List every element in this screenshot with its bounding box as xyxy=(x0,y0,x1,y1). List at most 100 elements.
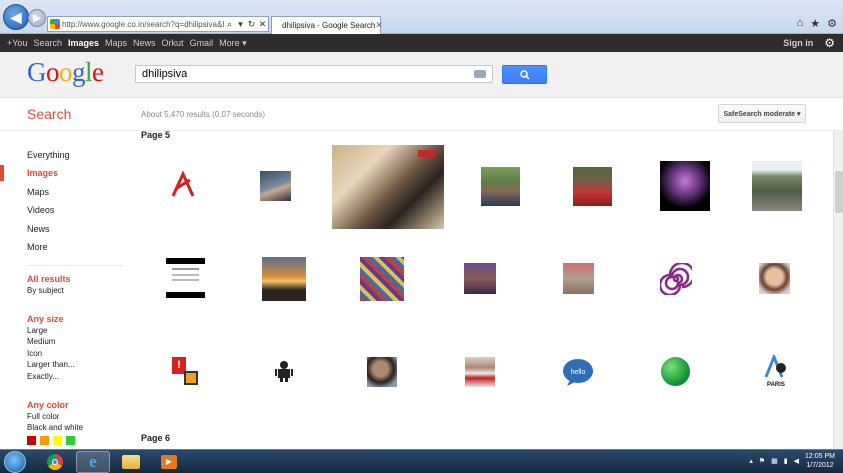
google-logo[interactable]: Google xyxy=(27,57,104,88)
image-result[interactable] xyxy=(166,258,205,298)
search-button[interactable] xyxy=(502,65,547,84)
search-input-box[interactable] xyxy=(135,65,493,83)
address-bar[interactable]: http://www.google.co.in/search?q=dhilips… xyxy=(47,16,269,32)
gbar-link-more[interactable]: More ▾ xyxy=(216,38,250,49)
tray-arrow-icon[interactable]: ▴ xyxy=(749,457,753,465)
image-result[interactable]: PARIS xyxy=(763,355,789,387)
filter-any-size[interactable]: Any size xyxy=(27,314,64,324)
image-result[interactable] xyxy=(661,357,690,386)
media-player-taskbar-icon[interactable]: ▶ xyxy=(152,451,186,473)
image-result[interactable] xyxy=(168,170,198,200)
image-result[interactable] xyxy=(752,161,802,211)
ie-taskbar-icon[interactable]: e xyxy=(76,451,110,473)
nav-videos[interactable]: Videos xyxy=(27,205,54,215)
camera-search-icon[interactable] xyxy=(474,70,486,78)
close-icon[interactable]: ✕ xyxy=(257,19,268,30)
image-result[interactable] xyxy=(274,360,294,382)
search-header: Google xyxy=(0,52,843,98)
nav-everything[interactable]: Everything xyxy=(27,150,70,160)
color-swatch-red[interactable] xyxy=(27,436,36,445)
magnifier-icon xyxy=(519,69,530,80)
active-indicator xyxy=(0,165,4,181)
filter-icon[interactable]: Icon xyxy=(27,349,42,358)
svg-text:PARIS: PARIS xyxy=(767,382,785,387)
image-result[interactable] xyxy=(573,167,612,206)
color-swatch-green[interactable] xyxy=(66,436,75,445)
image-result[interactable] xyxy=(262,257,306,301)
refresh-icon[interactable]: ↻ xyxy=(246,19,257,30)
back-button[interactable]: ◀ xyxy=(3,4,29,30)
svg-text:hello: hello xyxy=(571,369,586,376)
volume-icon[interactable]: ◀ xyxy=(794,457,799,465)
explorer-taskbar-icon[interactable] xyxy=(114,451,148,473)
color-swatch-yellow[interactable] xyxy=(53,436,62,445)
gbar-link-gmail[interactable]: Gmail xyxy=(187,38,217,49)
system-tray: ▴ ⚑ ▦ ▮ ◀ 12:05 PM 1/7/2012 xyxy=(749,452,835,470)
safesearch-button[interactable]: SafeSearch moderate ▾ xyxy=(718,104,806,123)
filter-exactly[interactable]: Exactly... xyxy=(27,372,59,381)
gbar-link-you[interactable]: +You xyxy=(4,38,30,49)
image-result[interactable] xyxy=(660,263,692,295)
gbar-link-news[interactable]: News xyxy=(130,38,159,49)
gbar-link-orkut[interactable]: Orkut xyxy=(159,38,187,49)
image-result[interactable] xyxy=(260,171,291,201)
image-result[interactable] xyxy=(563,263,594,294)
address-url: http://www.google.co.in/search?q=dhilips… xyxy=(62,19,224,29)
nav-images[interactable]: Images xyxy=(27,168,58,178)
home-icon[interactable]: ⌂ xyxy=(797,17,804,30)
chrome-taskbar-icon[interactable] xyxy=(38,451,72,473)
image-result[interactable]: hello xyxy=(562,358,594,387)
filter-any-color[interactable]: Any color xyxy=(27,400,69,410)
paris-logo-icon: PARIS xyxy=(764,355,786,387)
clock-time: 12:05 PM xyxy=(805,453,835,460)
nav-more[interactable]: More xyxy=(27,242,48,252)
settings-gear-icon[interactable]: ⚙ xyxy=(824,36,835,50)
browser-tab[interactable]: dhilipsiva - Google Search ✕ xyxy=(271,16,383,34)
filter-larger-than[interactable]: Larger than... xyxy=(27,360,75,369)
results-subheader: Search About 5,470 results (0.07 seconds… xyxy=(0,99,843,131)
flag-icon[interactable]: ⚑ xyxy=(759,457,765,465)
image-result[interactable] xyxy=(465,357,495,387)
dropdown-icon[interactable]: ▾ xyxy=(235,19,246,30)
gbar-link-maps[interactable]: Maps xyxy=(102,38,130,49)
scrollbar-thumb[interactable] xyxy=(835,171,843,213)
clock-date: 1/7/2012 xyxy=(806,462,834,469)
image-result[interactable] xyxy=(332,145,444,229)
image-result[interactable] xyxy=(660,161,710,211)
nav-news[interactable]: News xyxy=(27,224,50,234)
image-result[interactable] xyxy=(367,357,397,387)
gbar-link-images[interactable]: Images xyxy=(65,38,102,49)
google-favicon xyxy=(50,19,60,29)
filter-large[interactable]: Large xyxy=(27,326,47,335)
tab-title: dhilipsiva - Google Search xyxy=(282,21,376,30)
tab-close-icon[interactable]: ✕ xyxy=(375,20,383,31)
windows-taskbar: e ▶ ▴ ⚑ ▦ ▮ ◀ 12:05 PM 1/7/2012 xyxy=(0,449,843,473)
search-input[interactable] xyxy=(142,68,474,80)
gbar-link-search[interactable]: Search xyxy=(30,38,65,49)
result-stats: About 5,470 results (0.07 seconds) xyxy=(141,110,266,119)
forward-button[interactable]: ▶ xyxy=(28,9,46,27)
nav-maps[interactable]: Maps xyxy=(27,187,49,197)
color-swatch-orange[interactable] xyxy=(40,436,49,445)
tools-gear-icon[interactable]: ⚙ xyxy=(827,17,837,30)
start-button[interactable] xyxy=(4,451,26,473)
image-result[interactable] xyxy=(464,263,496,294)
filter-black-white[interactable]: Black and white xyxy=(27,423,83,432)
clock[interactable]: 12:05 PM 1/7/2012 xyxy=(805,452,835,470)
image-result[interactable]: ! xyxy=(172,357,200,387)
search-section-title: Search xyxy=(27,106,72,122)
left-nav: Everything Images Maps Videos News More … xyxy=(0,131,130,449)
image-result[interactable] xyxy=(481,167,520,206)
sign-in-link[interactable]: Sign in xyxy=(780,38,816,48)
favorites-star-icon[interactable]: ★ xyxy=(810,17,820,30)
filter-all-results[interactable]: All results xyxy=(27,274,71,284)
network-icon[interactable]: ▦ xyxy=(771,457,778,465)
search-icon[interactable]: ⌕ xyxy=(224,19,235,30)
image-result[interactable] xyxy=(759,263,790,294)
filter-medium[interactable]: Medium xyxy=(27,337,55,346)
page-scrollbar[interactable] xyxy=(833,131,843,449)
filter-by-subject[interactable]: By subject xyxy=(27,286,64,295)
filter-full-color[interactable]: Full color xyxy=(27,412,59,421)
signal-icon[interactable]: ▮ xyxy=(784,457,788,465)
image-result[interactable] xyxy=(360,257,404,301)
